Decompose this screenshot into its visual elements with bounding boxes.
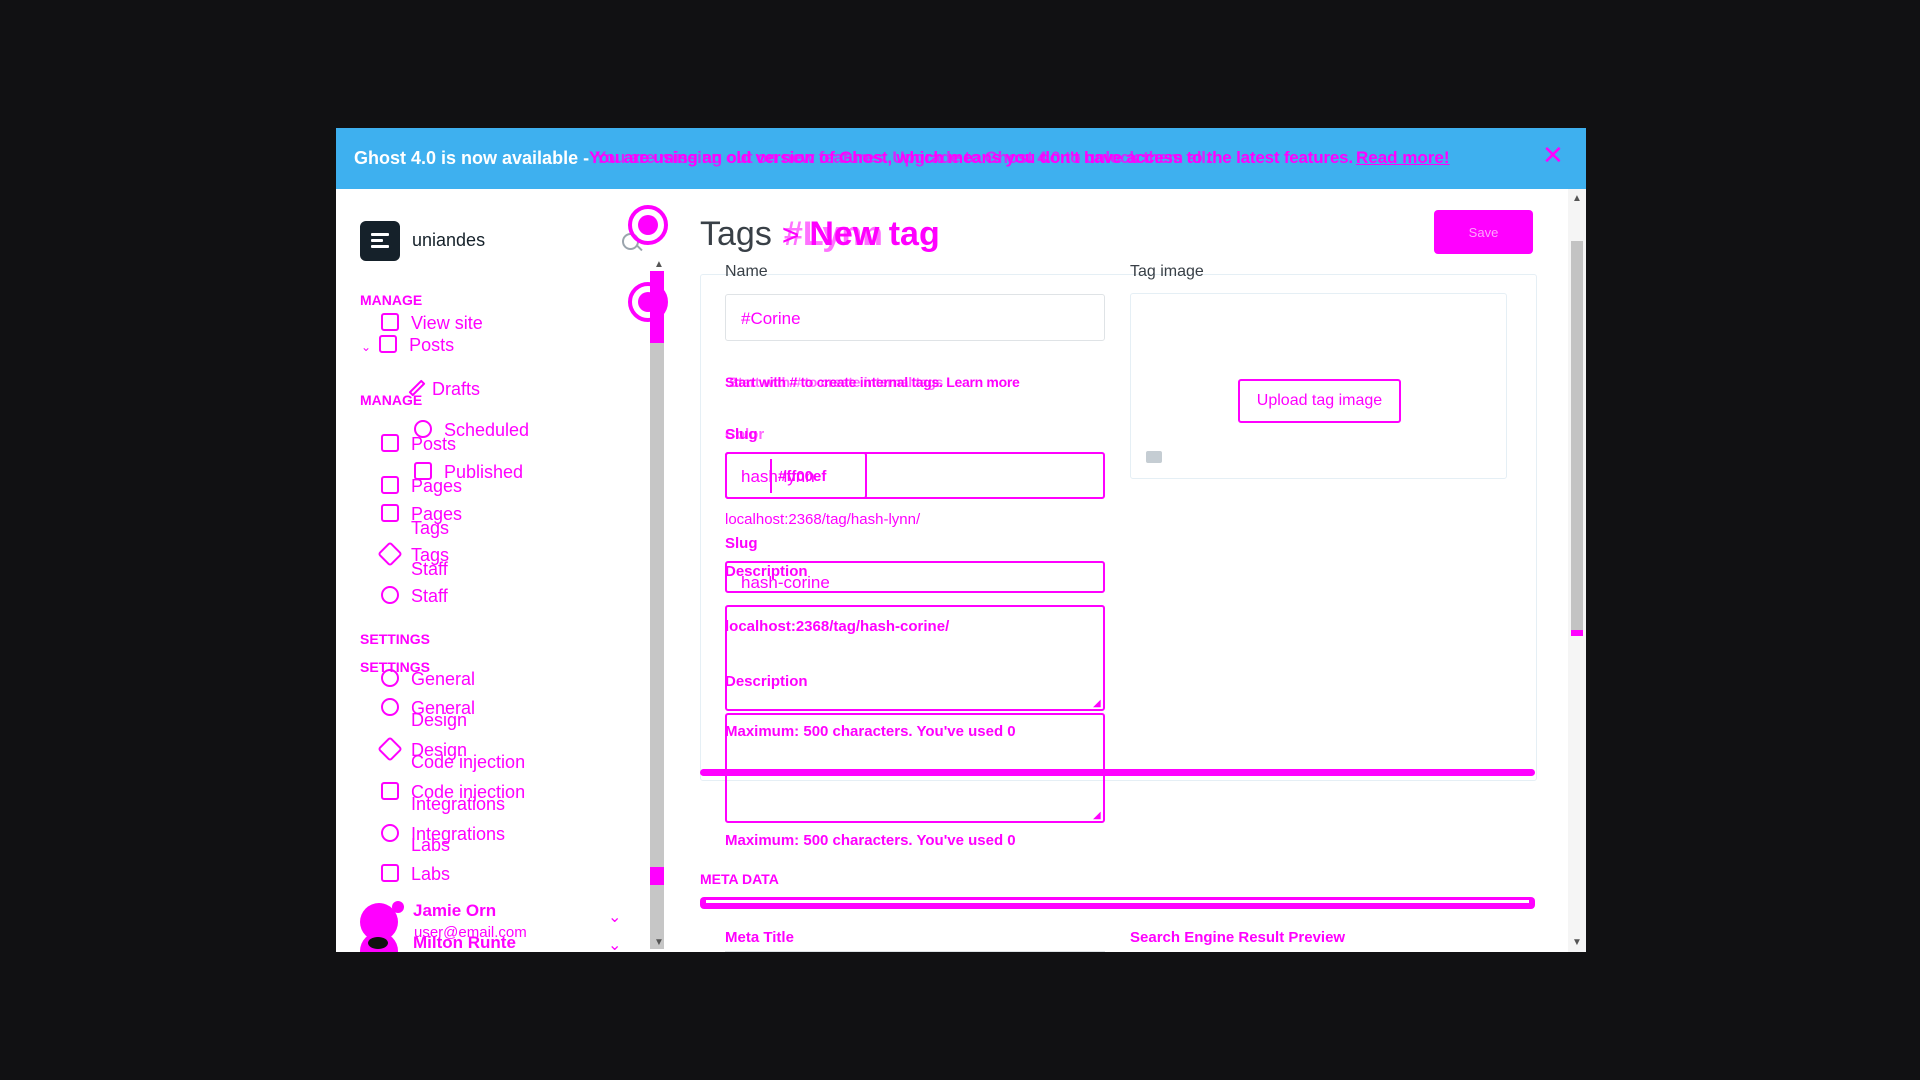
flask-icon xyxy=(381,864,399,882)
user-name-overlay[interactable]: Milton Runte xyxy=(413,932,516,952)
avatar-badge xyxy=(368,937,388,949)
avatar-status-dot xyxy=(392,901,404,913)
color-input-value: #ff00ef xyxy=(778,468,827,485)
sidebar-item-general[interactable]: General xyxy=(381,668,475,690)
tag-image-label: Tag image xyxy=(1130,263,1204,280)
image-placeholder-icon xyxy=(1146,451,1162,463)
sidebar: uniandes MANAGE View site ⌄ Posts Drafts … xyxy=(336,189,668,952)
slug-label: Slug xyxy=(725,535,758,552)
slug-url: localhost:2368/tag/hash-corine/ xyxy=(725,618,950,635)
name-label: Name xyxy=(725,263,768,280)
sidebar-item-integrations[interactable]: Integrations xyxy=(381,793,505,815)
settings-section-label: SETTINGS xyxy=(360,631,431,647)
sidebar-item-drafts[interactable]: Drafts xyxy=(408,378,480,400)
banner-lead: Ghost 4.0 is now available - xyxy=(354,148,590,168)
app-window: Ghost 4.0 is now available - You are usi… xyxy=(336,128,1586,952)
sidebar-item-tags[interactable]: Tags xyxy=(381,517,449,539)
upload-tag-image-button[interactable]: Upload tag image xyxy=(1238,379,1401,423)
main-scrollbar-mark xyxy=(1571,630,1583,636)
sidebar-scrollbar-mark xyxy=(650,271,664,343)
sidebar-item-design[interactable]: Design xyxy=(381,709,467,731)
sidebar-item-labs[interactable]: Labs xyxy=(381,863,450,885)
save-button[interactable]: Save xyxy=(1434,210,1533,254)
banner-read-more-link[interactable]: Read more! xyxy=(1356,148,1450,168)
chevron-down-icon[interactable]: ⌄ xyxy=(608,935,621,952)
sidebar-item-staff[interactable]: Staff xyxy=(381,585,448,607)
main-scrollbar[interactable]: ▲ ▼ xyxy=(1568,189,1586,952)
sidebar-item-posts[interactable]: Posts xyxy=(381,433,456,455)
brand-name[interactable]: uniandes xyxy=(412,230,485,251)
sidebar-scrollbar-mark xyxy=(650,867,664,885)
main-scrollbar-thumb[interactable] xyxy=(1571,241,1583,631)
staff-icon xyxy=(381,586,399,604)
resize-handle-icon[interactable]: ◢ xyxy=(1093,698,1101,709)
card-bottom-border xyxy=(700,769,1535,776)
chevron-down-icon[interactable]: ⌄ xyxy=(361,340,371,354)
slug-input-value: hash-corine xyxy=(741,573,830,592)
manage-section-label: MANAGE xyxy=(360,292,423,308)
tag-editor: Tags > New tag #Lynn Save Name Tag image #… xyxy=(668,189,1586,952)
breadcrumb-parent-link[interactable]: Tags xyxy=(700,215,772,253)
manage-section-label: MANAGE xyxy=(360,392,423,408)
gear-icon xyxy=(381,669,399,687)
slug-url: localhost:2368/tag/hash-lynn/ xyxy=(725,511,921,528)
upload-button-label: Upload tag image xyxy=(1256,392,1383,409)
scroll-up-arrow-icon[interactable]: ▲ xyxy=(654,259,664,270)
name-input-value: #Corine xyxy=(741,309,801,328)
search-preview-label: Search Engine Result Preview xyxy=(1130,929,1346,946)
description-counter: Maximum: 500 characters. You've used 0 xyxy=(725,723,1016,740)
meta-title-label: Meta Title xyxy=(725,929,794,946)
sidebar-item-pages[interactable]: Pages xyxy=(381,475,462,497)
chevron-down-icon[interactable]: ⌄ xyxy=(608,907,621,927)
sidebar-item-labs[interactable]: Labs xyxy=(381,834,450,856)
sidebar-scrollbar-thumb[interactable] xyxy=(650,271,664,949)
click-marker-icon xyxy=(628,205,668,245)
posts-icon xyxy=(379,335,398,353)
meta-data-label: META DATA xyxy=(700,871,779,887)
sidebar-item-posts[interactable]: ⌄ Posts xyxy=(361,334,454,356)
user-name[interactable]: Jamie Orn xyxy=(413,900,496,922)
description-label: Description xyxy=(725,673,808,690)
banner-message-overlay: You are missing out on new features. Upg… xyxy=(595,148,1211,167)
upgrade-banner: Ghost 4.0 is now available - You are usi… xyxy=(336,128,1586,189)
meta-data-card xyxy=(700,897,1535,909)
sidebar-item-code-injection[interactable]: Code injection xyxy=(381,751,525,773)
scroll-down-arrow-icon[interactable]: ▼ xyxy=(654,937,664,948)
banner-close-icon[interactable]: ✕ xyxy=(1542,140,1564,171)
meta-data-card-inner xyxy=(706,900,1529,903)
meta-title-input[interactable] xyxy=(725,951,1105,952)
resize-handle-icon[interactable]: ◢ xyxy=(1093,810,1101,821)
description-counter: Maximum: 500 characters. You've used 0 xyxy=(725,832,1016,849)
sidebar-scrollbar[interactable] xyxy=(650,271,664,949)
sidebar-item-staff[interactable]: Staff xyxy=(381,558,448,580)
name-hint-overlay: Start with # to create internal tags xyxy=(729,374,944,390)
pages-icon xyxy=(381,476,399,494)
scroll-down-arrow-icon[interactable]: ▼ xyxy=(1572,937,1582,948)
posts-icon xyxy=(381,434,399,452)
scroll-up-arrow-icon[interactable]: ▲ xyxy=(1572,193,1582,204)
home-icon xyxy=(381,313,399,331)
breadcrumb-current-overlay: #Lynn xyxy=(784,215,883,253)
color-label: Color xyxy=(725,426,765,443)
sidebar-item-view-site[interactable]: View site xyxy=(381,312,483,334)
brand-logo-icon[interactable] xyxy=(360,221,400,261)
